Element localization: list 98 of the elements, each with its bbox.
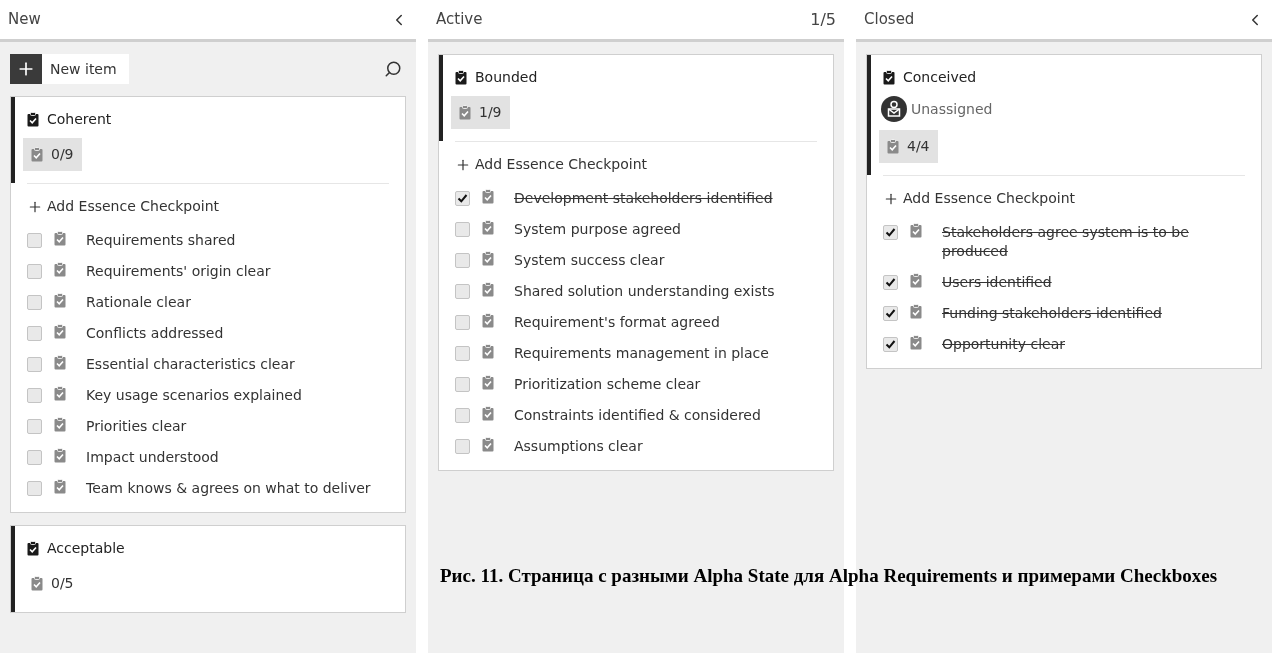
checkbox[interactable] — [455, 408, 470, 423]
clipboard-icon — [887, 139, 899, 154]
clipboard-icon — [482, 344, 494, 359]
new-item-button[interactable]: New item — [10, 54, 129, 84]
checkpoint-label: Key usage scenarios explained — [86, 386, 302, 405]
checkbox[interactable] — [883, 337, 898, 352]
clipboard-icon — [482, 313, 494, 328]
assignee-label[interactable]: Unassigned — [911, 98, 993, 120]
checkpoint-label: Requirements shared — [86, 231, 236, 250]
checkbox[interactable] — [455, 284, 470, 299]
checklist-progress[interactable]: 1/9 — [451, 96, 510, 129]
clipboard-icon — [54, 293, 66, 308]
clipboard-icon — [482, 406, 494, 421]
checkbox[interactable] — [27, 450, 42, 465]
checkpoint-label: Rationale clear — [86, 293, 191, 312]
clipboard-icon — [54, 448, 66, 463]
checkpoint-label: Assumptions clear — [514, 437, 643, 456]
checkbox[interactable] — [883, 306, 898, 321]
checkpoint-label: Team knows & agrees on what to deliver — [86, 479, 371, 498]
checklist-progress[interactable]: 0/5 — [23, 567, 82, 600]
work-item-card[interactable]: Conceived Unassigned 4/4 Add Essence Checkpoint Stakeholders agree system is to be produced Users identified Funding stakeholders identified Opportunity clear — [866, 54, 1262, 369]
checkpoint-label: Priorities clear — [86, 417, 187, 436]
checkpoint-label: Stakeholders agree system is to be produced — [942, 223, 1190, 261]
checklist-progress[interactable]: 0/9 — [23, 138, 82, 171]
checklist-progress[interactable]: 4/4 — [879, 130, 938, 163]
search-icon[interactable] — [384, 60, 402, 78]
add-checkpoint-button[interactable]: Add Essence Checkpoint — [883, 188, 1075, 209]
clipboard-icon — [883, 70, 895, 85]
checkpoint-label: System purpose agreed — [514, 220, 681, 239]
checkbox[interactable] — [27, 481, 42, 496]
checkpoint-label: Requirements management in place — [514, 344, 769, 363]
column-title: Active — [436, 9, 483, 31]
clipboard-icon — [27, 541, 39, 556]
checkpoint-label: Impact understood — [86, 448, 219, 467]
checkpoint-label: Development stakeholders identified — [514, 189, 773, 208]
clipboard-icon — [54, 262, 66, 277]
checkpoint-label: System success clear — [514, 251, 665, 270]
checkpoint-label: Requirement's format agreed — [514, 313, 720, 332]
checkpoint-label: Funding stakeholders identified — [942, 304, 1162, 323]
figure-caption: Рис. 11. Страница с разными Alpha State для Alpha Requirements и примерами Checkboxes — [440, 566, 1219, 586]
clipboard-icon — [54, 417, 66, 432]
card-title[interactable]: Acceptable — [47, 538, 125, 559]
clipboard-icon — [54, 386, 66, 401]
clipboard-icon — [54, 479, 66, 494]
checkpoint-label: Opportunity clear — [942, 335, 1065, 354]
clipboard-icon — [482, 282, 494, 297]
avatar-icon — [881, 96, 907, 122]
clipboard-icon — [31, 147, 43, 162]
checkpoint-label: Prioritization scheme clear — [514, 375, 701, 394]
checkbox[interactable] — [27, 295, 42, 310]
column-title: New — [8, 9, 41, 31]
checkpoint-label: Constraints identified & considered — [514, 406, 761, 425]
checkbox[interactable] — [27, 388, 42, 403]
checkbox[interactable] — [455, 315, 470, 330]
checkpoint-label: Users identified — [942, 273, 1052, 292]
clipboard-icon — [27, 112, 39, 127]
work-item-card[interactable] — [10, 96, 406, 513]
clipboard-icon — [54, 355, 66, 370]
clipboard-icon — [482, 375, 494, 390]
clipboard-icon — [910, 223, 922, 238]
clipboard-icon — [482, 220, 494, 235]
clipboard-icon — [54, 231, 66, 246]
add-checkpoint-button[interactable]: Add Essence Checkpoint — [455, 154, 647, 175]
clipboard-icon — [482, 251, 494, 266]
column-title: Closed — [864, 9, 915, 31]
checkbox[interactable] — [27, 357, 42, 372]
checkbox[interactable] — [455, 222, 470, 237]
clipboard-icon — [31, 576, 43, 591]
work-item-card[interactable] — [438, 54, 834, 471]
clipboard-icon — [910, 304, 922, 319]
wip-count: 1/5 — [810, 8, 836, 31]
checkbox[interactable] — [883, 275, 898, 290]
checkbox[interactable] — [455, 346, 470, 361]
checkbox[interactable] — [455, 191, 470, 206]
checkpoint-label: Requirements' origin clear — [86, 262, 271, 281]
checkbox[interactable] — [455, 439, 470, 454]
clipboard-icon — [910, 273, 922, 288]
checkbox[interactable] — [455, 253, 470, 268]
card-title[interactable]: Coherent — [47, 109, 112, 130]
card-title[interactable]: Bounded — [475, 67, 538, 88]
work-item-card[interactable]: Acceptable 0/5 — [10, 525, 406, 613]
checkbox[interactable] — [455, 377, 470, 392]
checkbox[interactable] — [27, 233, 42, 248]
clipboard-icon — [482, 437, 494, 452]
clipboard-icon — [455, 70, 467, 85]
checkbox[interactable] — [883, 225, 898, 240]
clipboard-icon — [54, 324, 66, 339]
checkbox[interactable] — [27, 326, 42, 341]
checkpoint-label: Conflicts addressed — [86, 324, 224, 343]
checkbox[interactable] — [27, 264, 42, 279]
clipboard-icon — [459, 105, 471, 120]
card-title[interactable]: Conceived — [903, 67, 977, 88]
clipboard-icon — [482, 189, 494, 204]
checkpoint-label: Shared solution understanding exists — [514, 282, 775, 301]
clipboard-icon — [910, 335, 922, 350]
checkpoint-label: Essential characteristics clear — [86, 355, 295, 374]
add-checkpoint-button[interactable]: Add Essence Checkpoint — [27, 196, 219, 217]
checkbox[interactable] — [27, 419, 42, 434]
